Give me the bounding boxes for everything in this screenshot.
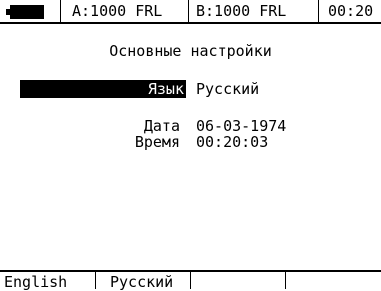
language-label[interactable]: Язык <box>20 80 186 98</box>
softkey-russian[interactable]: Русский <box>110 273 173 291</box>
time-label: Время <box>134 133 180 151</box>
language-value[interactable]: Русский <box>196 80 259 98</box>
status-divider <box>60 0 61 22</box>
status-divider <box>318 0 319 22</box>
softkey-divider <box>190 272 191 289</box>
battery-icon <box>6 5 44 19</box>
softkey-bar: English Русский <box>0 270 381 291</box>
softkey-english[interactable]: English <box>4 273 67 291</box>
status-divider <box>188 0 189 22</box>
device-screen: A:1000 FRL B:1000 FRL 00:20 Основные нас… <box>0 0 381 291</box>
status-bar: A:1000 FRL B:1000 FRL 00:20 <box>0 0 381 24</box>
softkey-divider <box>285 272 286 289</box>
softkey-divider <box>95 272 96 289</box>
port-a-status: A:1000 FRL <box>72 2 163 20</box>
port-b-status: B:1000 FRL <box>196 2 287 20</box>
time-value[interactable]: 00:20:03 <box>196 134 268 151</box>
clock: 00:20 <box>328 2 374 20</box>
page-title: Основные настройки <box>109 42 272 60</box>
